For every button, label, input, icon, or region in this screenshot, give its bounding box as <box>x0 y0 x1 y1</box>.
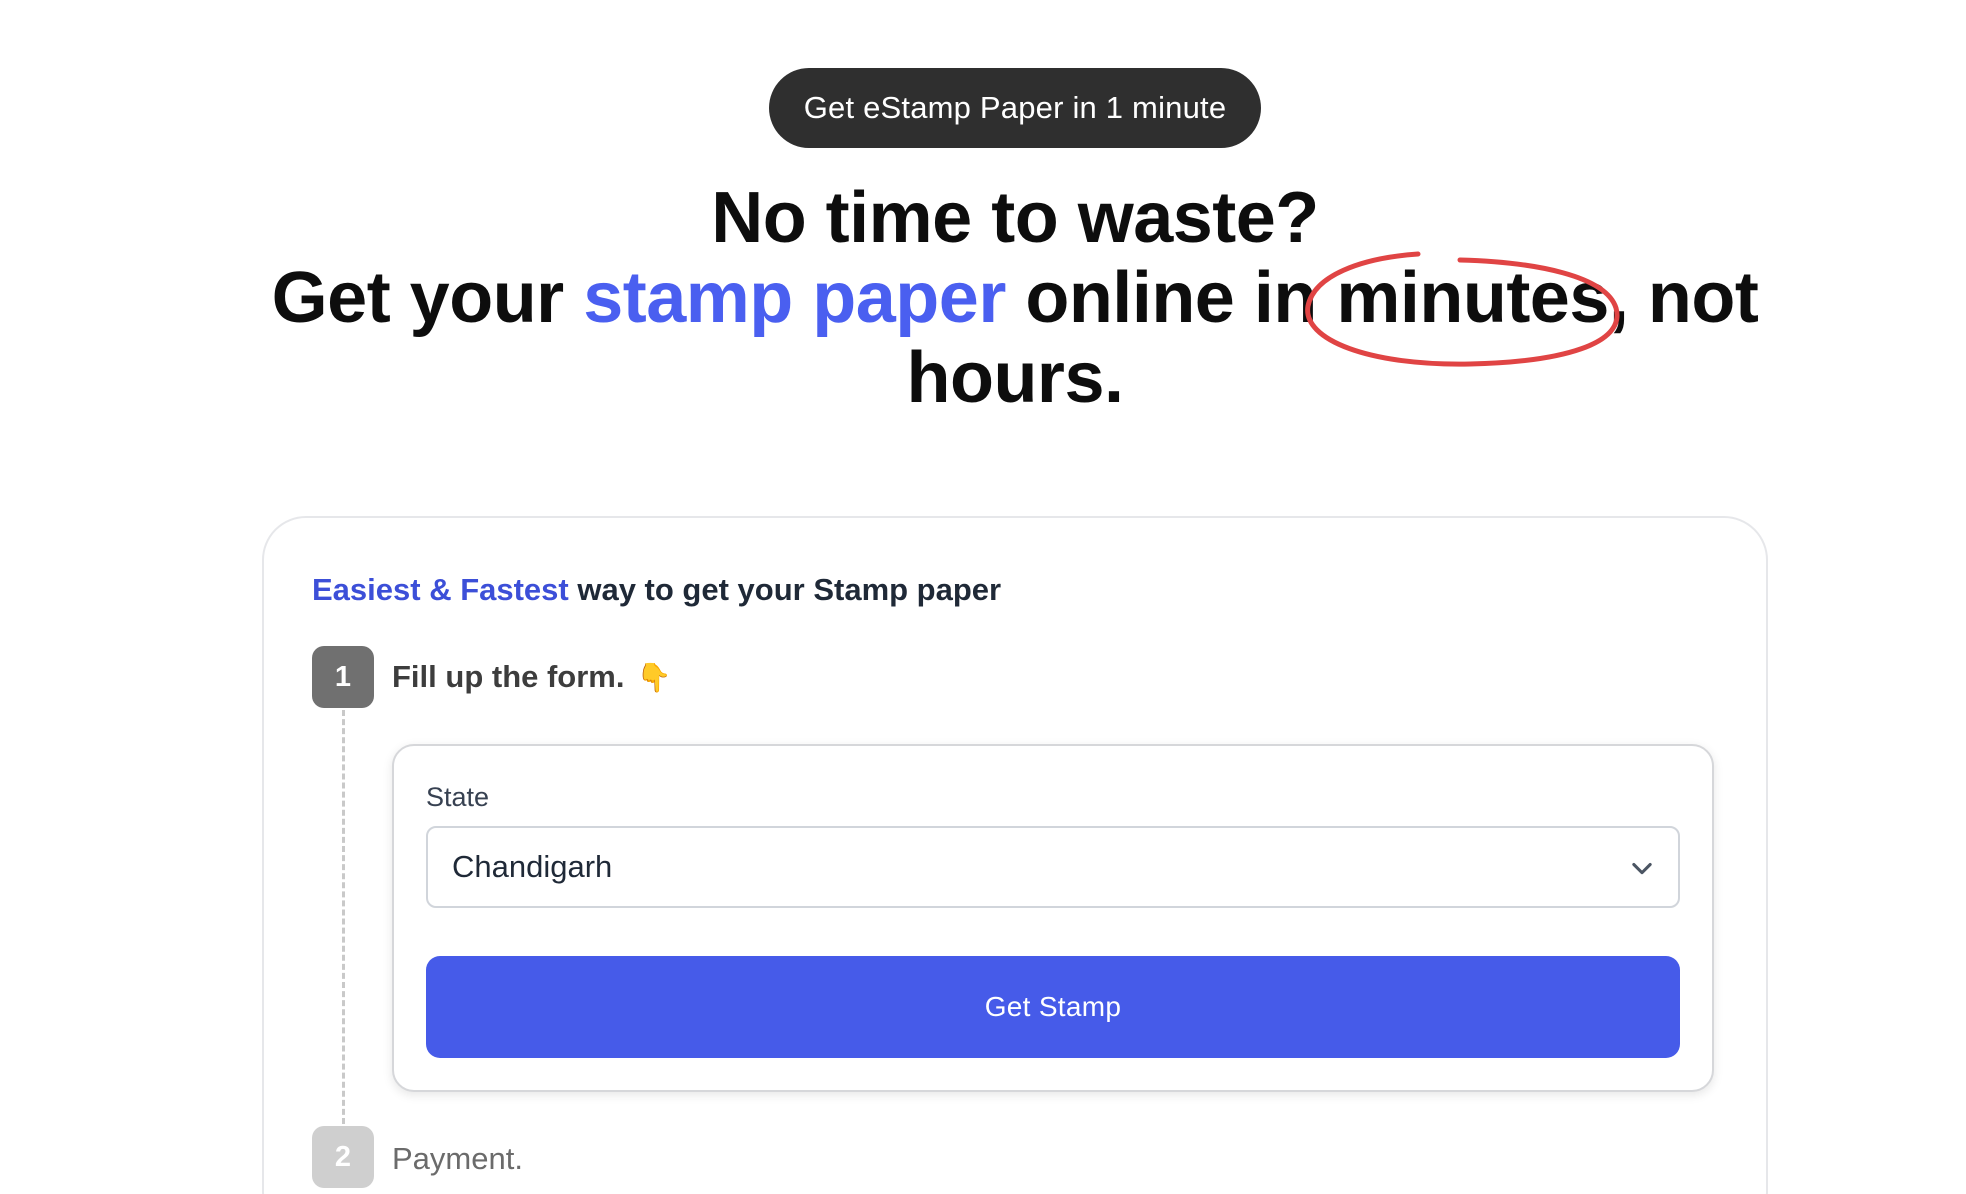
step-2-label: Payment. <box>392 1141 523 1176</box>
card-title-highlight: Easiest & Fastest <box>312 572 569 607</box>
step-2-number: 2 <box>312 1126 374 1188</box>
hero-line-2: Get your stamp paper online in minutes, … <box>230 258 1800 338</box>
hero-badge: Get eStamp Paper in 1 minute <box>769 68 1261 148</box>
state-select-value: Chandigarh <box>452 849 613 884</box>
card-title: Easiest & Fastest way to get your Stamp … <box>312 572 1001 608</box>
page: Get eStamp Paper in 1 minute No time to … <box>0 0 1966 1194</box>
state-select[interactable]: Chandigarh <box>426 826 1680 908</box>
hero-line-2-pre: Get your <box>271 258 584 338</box>
step-connector <box>342 710 345 1124</box>
stamp-form: State Chandigarh Get Stamp <box>392 744 1714 1092</box>
pointing-down-icon: 👇 <box>636 662 672 693</box>
hero-badge-text: Get eStamp Paper in 1 minute <box>803 90 1227 125</box>
state-label: State <box>426 782 490 812</box>
hero-line-2-mid: online in <box>1005 258 1337 338</box>
step-1-label: Fill up the form. 👇 <box>392 659 671 695</box>
card-title-rest: way to get your Stamp paper <box>568 572 1002 607</box>
hero-heading: No time to waste? Get your stamp paper o… <box>230 178 1800 418</box>
hero-line-1: No time to waste? <box>711 178 1319 258</box>
hero-accent-text: stamp paper <box>583 258 1006 338</box>
hero-line-3: hours. <box>906 338 1124 418</box>
get-stamp-button[interactable]: Get Stamp <box>426 956 1680 1058</box>
hero-line-2-post: not <box>1628 258 1759 338</box>
stamp-card: Easiest & Fastest way to get your Stamp … <box>262 516 1768 1194</box>
hero-circled-word: minutes, <box>1336 258 1629 338</box>
step-1-number: 1 <box>312 646 374 708</box>
chevron-down-icon <box>1632 862 1652 875</box>
step-1-text: Fill up the form. <box>392 659 625 694</box>
